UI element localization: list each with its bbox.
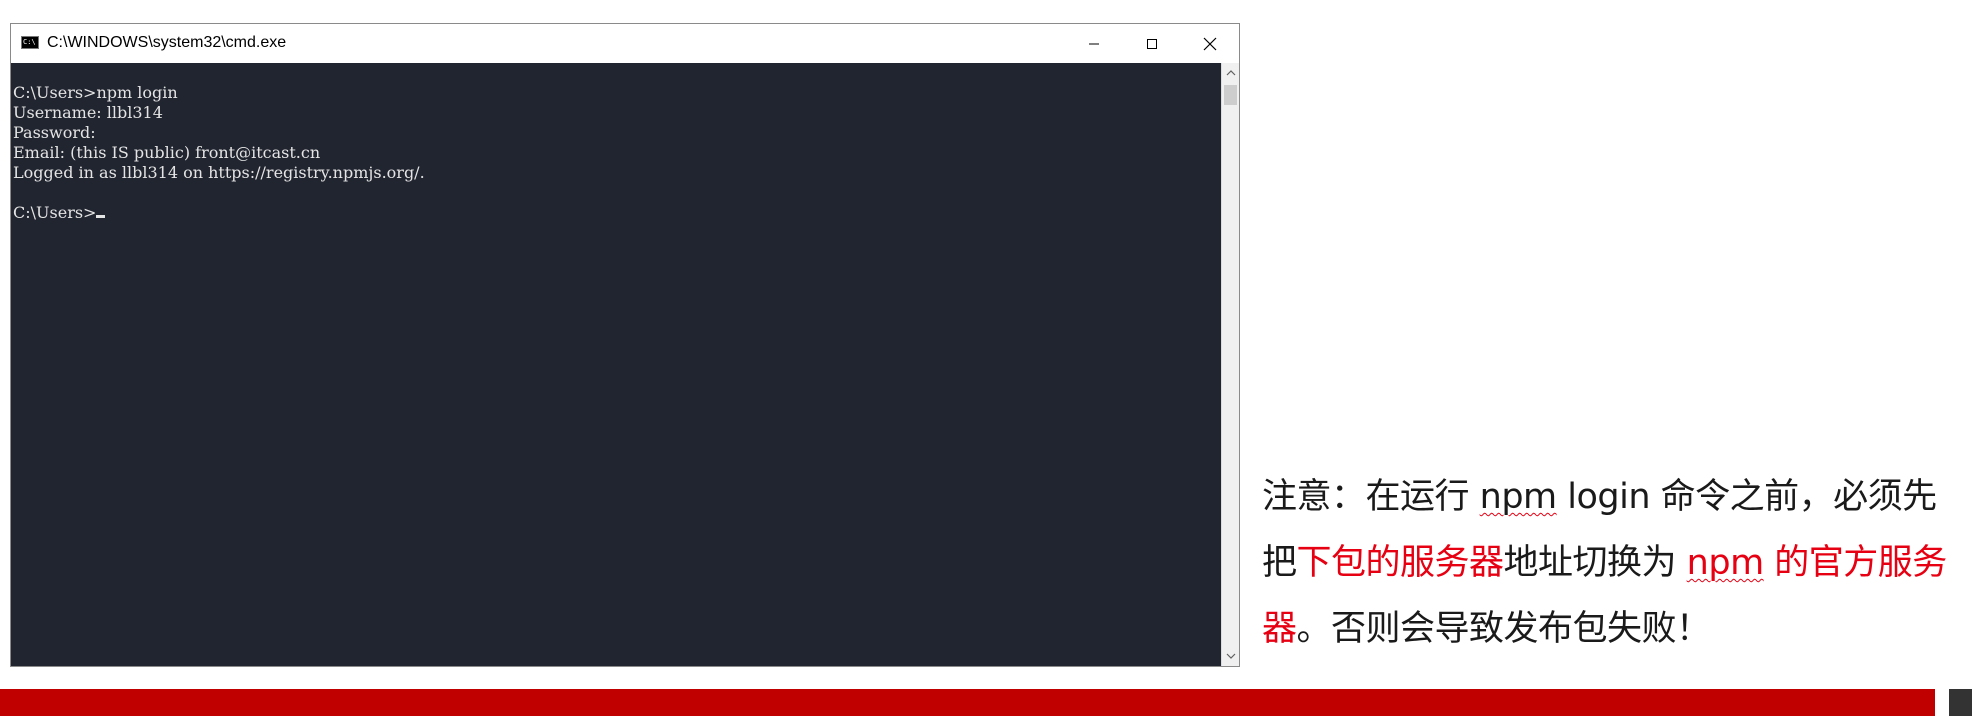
console-line: Logged in as llbl314 on https://registry…	[13, 163, 425, 182]
console-line: Password:	[13, 123, 96, 142]
footer-bar	[0, 689, 1935, 716]
note-text: 。否则会导致发布包失败！	[1296, 609, 1712, 649]
text-cursor	[96, 215, 106, 218]
console-line: Username: llbl314	[13, 103, 163, 122]
note-npm-term: npm	[1479, 477, 1558, 517]
console-output[interactable]: C:\Users>npm login Username: llbl314 Pas…	[11, 63, 1221, 666]
close-icon	[1203, 37, 1217, 50]
console-line: Email: (this IS public) front@itcast.cn	[13, 143, 321, 162]
cmd-window: C:\ C:\WINDOWS\system32\cmd.exe C:\Users…	[10, 23, 1240, 667]
minimize-button[interactable]	[1065, 24, 1123, 63]
console-line: C:\Users>npm login	[13, 83, 178, 102]
note-highlight: 下包的服务器	[1296, 543, 1505, 583]
scroll-down-button[interactable]	[1222, 646, 1239, 666]
warning-note: 注意：在运行 npm login 命令之前，必须先把下包的服务器地址切换为 np…	[1262, 464, 1962, 662]
scroll-up-button[interactable]	[1222, 63, 1239, 83]
note-text: 地址切换为	[1503, 543, 1687, 583]
cmd-app-icon[interactable]: C:\	[21, 36, 39, 49]
maximize-button[interactable]	[1123, 24, 1181, 63]
minimize-icon	[1089, 43, 1099, 44]
note-text: 注意：在运行	[1262, 477, 1480, 517]
vertical-scrollbar[interactable]	[1221, 63, 1239, 666]
window-title: C:\WINDOWS\system32\cmd.exe	[47, 34, 287, 51]
title-bar[interactable]: C:\ C:\WINDOWS\system32\cmd.exe	[11, 24, 1239, 63]
scroll-thumb[interactable]	[1224, 85, 1237, 105]
footer-block	[1949, 689, 1972, 716]
note-npm-term: npm	[1686, 543, 1765, 583]
maximize-icon	[1147, 38, 1157, 49]
close-button[interactable]	[1181, 24, 1239, 63]
chevron-down-icon	[1226, 653, 1235, 659]
chevron-up-icon	[1226, 70, 1235, 76]
console-prompt: C:\Users>	[13, 203, 97, 222]
